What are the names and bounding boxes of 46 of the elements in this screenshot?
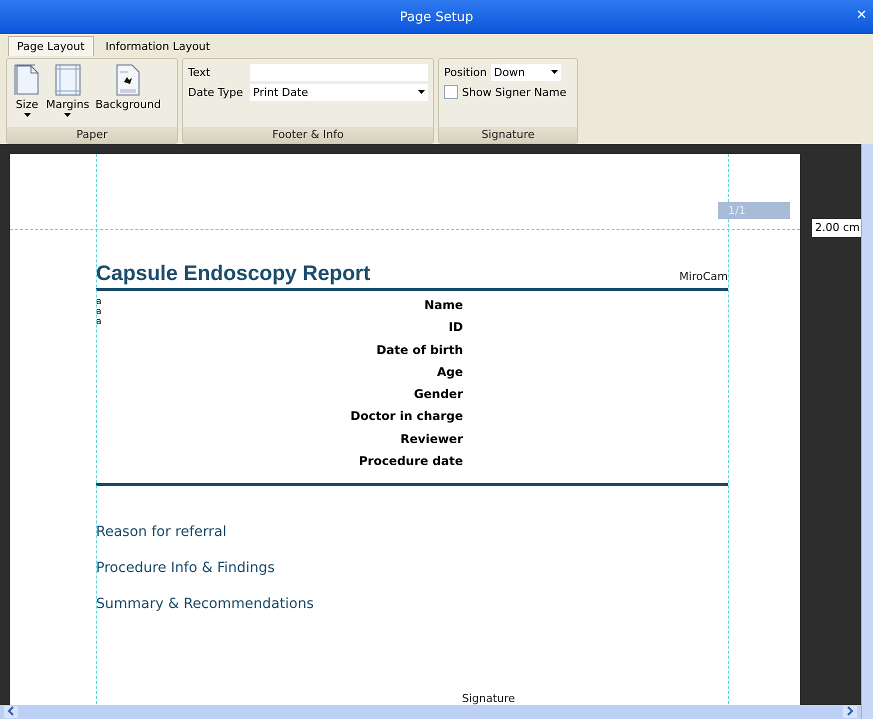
report-title: Capsule Endoscopy Report bbox=[96, 262, 370, 286]
section-heading: Summary & Recommendations bbox=[96, 596, 315, 614]
margin-reading: 2.00 cm bbox=[812, 219, 861, 237]
scroll-right-button[interactable] bbox=[843, 706, 857, 718]
field-label: Text bbox=[188, 66, 212, 78]
brand-name: MiroCam bbox=[679, 270, 728, 285]
text-field[interactable] bbox=[250, 64, 428, 80]
field-label: Name bbox=[424, 297, 463, 314]
field-label: Doctor in charge bbox=[350, 408, 463, 426]
date-type-dropdown[interactable]: Print Date bbox=[250, 84, 428, 100]
close-button[interactable]: ✕ bbox=[856, 8, 867, 23]
field-label: Reviewer bbox=[400, 430, 463, 448]
tab[interactable]: Information Layout bbox=[98, 36, 218, 56]
field-label: Date Type bbox=[188, 86, 244, 98]
page-size-icon bbox=[14, 64, 40, 96]
field-label: Date of birth bbox=[376, 342, 463, 359]
checkbox[interactable] bbox=[444, 85, 458, 99]
ribbon-button[interactable]: Background bbox=[93, 62, 163, 113]
field-label: Gender bbox=[414, 386, 463, 404]
field-label: Position bbox=[444, 66, 487, 78]
group-label: Footer & Info bbox=[183, 127, 433, 143]
position-dropdown[interactable]: Down bbox=[490, 64, 561, 80]
field-label: Age bbox=[436, 364, 463, 381]
window-title: Page Setup bbox=[400, 10, 474, 24]
checkbox-label: Show Signer Name bbox=[462, 86, 566, 98]
vertical-scrollbar[interactable] bbox=[861, 144, 873, 719]
section-heading: Reason for referral bbox=[96, 524, 228, 542]
scroll-left-button[interactable] bbox=[4, 706, 18, 718]
tab[interactable]: Page Layout bbox=[8, 36, 94, 56]
group-label: Signature bbox=[439, 127, 577, 143]
margins-icon bbox=[54, 64, 81, 96]
section-heading: Procedure Info & Findings bbox=[96, 560, 276, 578]
page-indicator: 1/1 bbox=[718, 202, 790, 219]
note-line: a bbox=[96, 297, 103, 307]
picture-page-icon bbox=[116, 64, 140, 96]
field-label: ID bbox=[448, 319, 463, 336]
ribbon-button[interactable]: Margins bbox=[44, 62, 92, 119]
group-label: Paper bbox=[7, 127, 177, 143]
caret-icon bbox=[550, 70, 558, 74]
caret-icon bbox=[418, 90, 425, 94]
note-line: a bbox=[96, 307, 103, 317]
field-label: Procedure date bbox=[358, 453, 463, 470]
signature-label: Signature bbox=[462, 692, 516, 705]
note-line: a bbox=[96, 317, 103, 327]
ribbon-button[interactable]: Size bbox=[12, 62, 42, 119]
horizontal-scrollbar[interactable] bbox=[0, 705, 861, 719]
